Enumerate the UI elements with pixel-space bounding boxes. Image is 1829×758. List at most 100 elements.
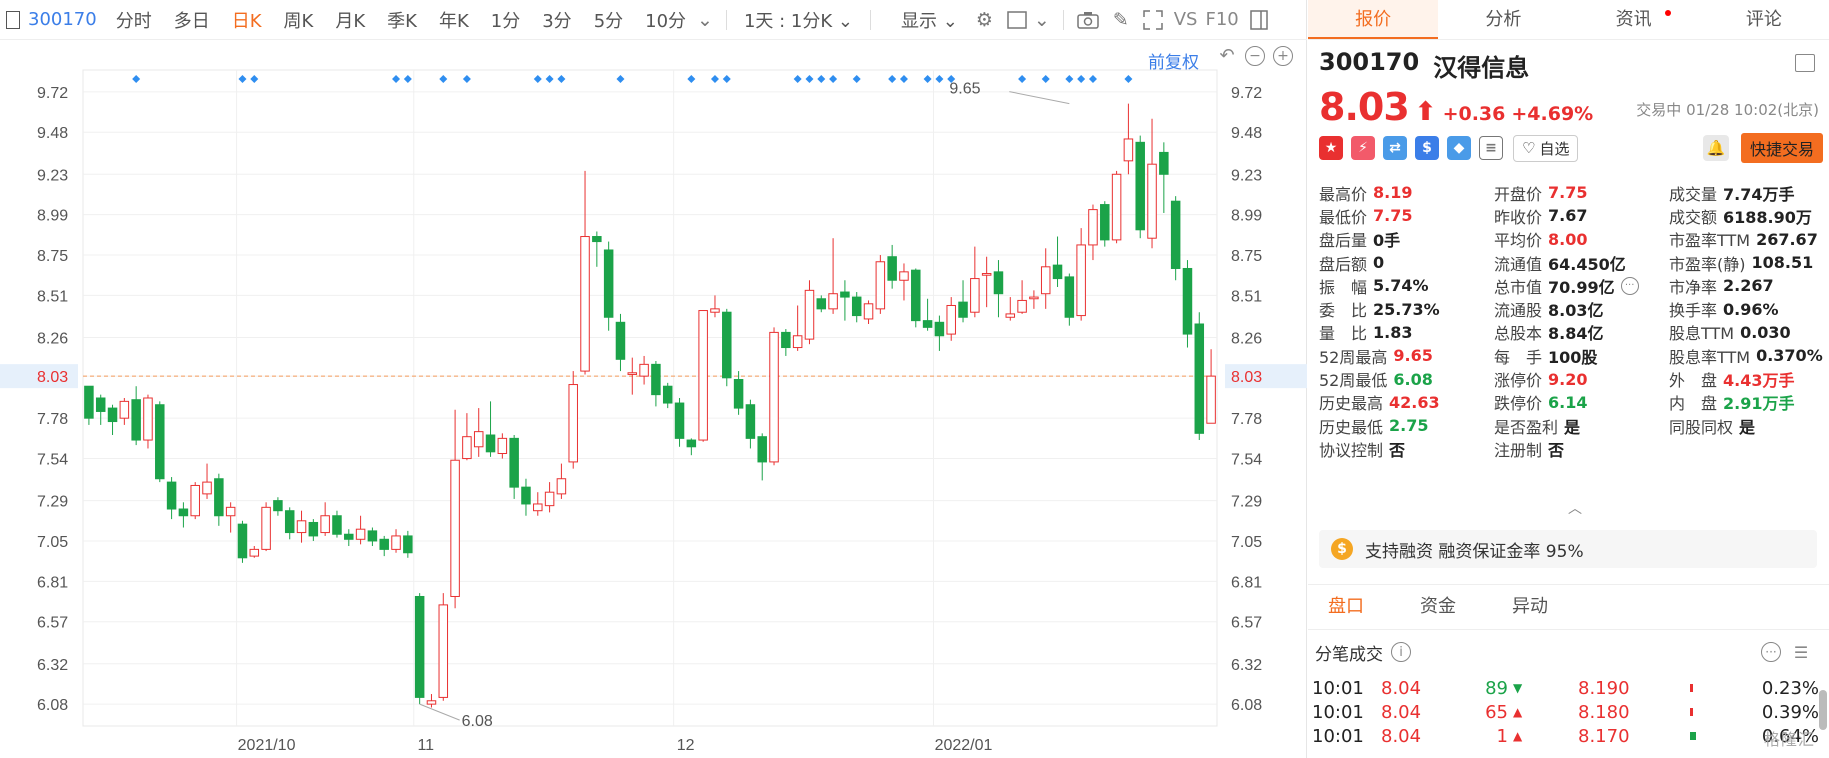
fullscreen-icon[interactable] <box>1136 9 1170 30</box>
period-tab[interactable]: 多日 <box>163 7 221 33</box>
chevron-down-icon[interactable]: ⌄ <box>697 9 720 31</box>
stat-label: 历史最低 <box>1319 417 1384 437</box>
dollar-icon[interactable]: $ <box>1415 136 1439 160</box>
stats-row: 最低价 7.75 昨收价 7.67 成交额 6188.90万 <box>1319 204 1829 227</box>
display-menu[interactable]: 显示 ⌄ <box>877 7 969 33</box>
detail-tabs: 盘口 资金 异动 <box>1308 584 1829 630</box>
stat-label: 流通股 <box>1494 301 1543 321</box>
margin-banner[interactable]: $ 支持融资 融资保证金率 95% <box>1319 530 1817 568</box>
candle-body <box>769 331 779 463</box>
stat-value: 是 <box>1564 417 1581 437</box>
quote-tab-label: 资讯 <box>1615 9 1652 30</box>
event-marker <box>1124 75 1133 83</box>
watermark-logo: 格隆汇 <box>1763 730 1815 749</box>
event-marker <box>616 75 625 83</box>
period-tab[interactable]: 年K <box>428 7 480 33</box>
stats-row: 历史最低 2.75 是否盈利是同股同权是 <box>1319 414 1829 437</box>
chevron-down-icon[interactable]: ⌄ <box>1034 9 1057 31</box>
period-tab[interactable]: 1分 <box>480 7 531 33</box>
candle-body <box>178 508 189 517</box>
quick-trade-button[interactable]: 快捷交易 <box>1740 133 1823 163</box>
stat-label: 股息率TTM <box>1669 347 1751 367</box>
event-marker <box>899 75 908 83</box>
candle-body <box>426 700 437 705</box>
candle-body <box>781 331 791 349</box>
heart-icon: ♡ <box>1522 139 1536 157</box>
chart-panel: 300170 分时 多日 日K 周K 月K 季K 年K 1分 3分 5分 10分 ⌄ 1天 : 1分… <box>0 0 1307 758</box>
y-tick-label-right: 9.72 <box>1231 85 1262 102</box>
down-triangle-icon: ▼ <box>1513 681 1523 695</box>
period-tab[interactable]: 周K <box>273 7 325 33</box>
zoom-out-icon[interactable]: − <box>1245 46 1265 66</box>
settings-icon[interactable]: ⚙ <box>969 9 1000 31</box>
volume-bar <box>1690 732 1696 740</box>
candle-body <box>450 459 460 597</box>
stat-item: 最低价 7.75 <box>1319 204 1494 228</box>
collapse-icon[interactable]: ︿ <box>1568 498 1582 518</box>
candle-body <box>556 478 567 495</box>
add-watchlist-button[interactable]: ♡ 自选 <box>1513 134 1579 162</box>
scrollbar[interactable] <box>1819 690 1827 730</box>
candle-body <box>804 289 815 340</box>
vs-compare-button[interactable]: VS <box>1170 9 1202 30</box>
kline-chart-area[interactable]: 9.72 9.72 9.48 9.48 9.23 9.23 8.99 8.99 8.75 8.75… <box>0 40 1307 758</box>
quote-tab-label: 分析 <box>1485 9 1522 30</box>
quote-tab[interactable]: 分析 <box>1438 0 1568 39</box>
candle-body <box>970 278 980 313</box>
pencil-icon[interactable]: ✎ <box>1106 9 1136 31</box>
quote-tab[interactable]: 资讯 <box>1569 0 1699 39</box>
bell-icon[interactable]: 🔔 <box>1703 135 1729 161</box>
lightning-icon[interactable]: ⚡ <box>1351 136 1375 160</box>
undo-icon[interactable]: ↶ <box>1217 46 1237 66</box>
camera-icon[interactable] <box>1070 11 1106 29</box>
draw-rect-icon[interactable] <box>1000 10 1034 29</box>
period-tab[interactable]: 分时 <box>105 7 163 33</box>
document-icon[interactable]: ≡ <box>1479 136 1503 160</box>
interval-select[interactable]: 1天 : 1分K ⌄ <box>733 7 864 33</box>
detail-tab[interactable]: 资金 <box>1392 585 1484 629</box>
list-icon[interactable]: ☰ <box>1791 642 1811 662</box>
trade-volume: 1 <box>1496 725 1508 747</box>
adjust-mode-button[interactable]: 前复权 <box>1148 48 1199 73</box>
period-tab[interactable]: 月K <box>324 7 376 33</box>
menu-icon[interactable] <box>1795 54 1815 72</box>
more-icon[interactable]: ··· <box>1761 642 1781 662</box>
y-tick-label-right: 7.54 <box>1231 452 1262 469</box>
stat-value: 否 <box>1548 440 1565 460</box>
trade-volume: 65 <box>1485 701 1508 723</box>
candle-body <box>698 310 708 441</box>
sidebar-toggle-icon[interactable] <box>6 10 20 29</box>
shuffle-icon[interactable]: ⇄ <box>1383 136 1407 160</box>
zoom-in-icon[interactable]: + <box>1273 46 1293 66</box>
period-tab[interactable]: 3分 <box>531 7 582 33</box>
period-tab[interactable]: 日K <box>221 7 273 33</box>
detail-tab[interactable]: 异动 <box>1484 585 1576 629</box>
price-line: 8.03 ⬆ +0.36 +4.69% 交易中 01/28 10:02(北京) <box>1319 85 1829 129</box>
event-marker <box>1041 75 1050 83</box>
candle-body <box>722 311 732 379</box>
quote-tab[interactable]: 报价 <box>1308 0 1439 39</box>
period-tab[interactable]: 10分 <box>634 7 697 33</box>
y-tick-label-left: 8.75 <box>37 248 68 265</box>
f10-button[interactable]: F10 <box>1201 9 1242 30</box>
panel-toggle-icon[interactable] <box>1243 9 1275 30</box>
stat-label: 振 幅 <box>1319 277 1368 297</box>
china-flag-icon[interactable]: ★ <box>1319 136 1343 160</box>
stat-label: 成交量 <box>1669 184 1718 204</box>
y-tick-label-left: 7.78 <box>37 411 68 428</box>
detail-tab[interactable]: 盘口 <box>1308 585 1392 629</box>
candle-body <box>757 436 767 463</box>
quote-tab[interactable]: 评论 <box>1699 0 1829 39</box>
period-tab[interactable]: 5分 <box>583 7 634 33</box>
tag-icon[interactable]: ◆ <box>1447 136 1471 160</box>
kline-chart[interactable]: 9.72 9.72 9.48 9.48 9.23 9.23 8.99 8.99 8.75 8.75… <box>0 40 1307 758</box>
tick-trades-list[interactable]: 10:01 8.04 89 ▼ 8.190 0.23% 10:01 8.04 65 ▲ 8.180 0… <box>1308 668 1829 758</box>
event-marker <box>392 75 401 83</box>
book-price: 8.180 <box>1578 701 1630 723</box>
event-marker <box>545 75 554 83</box>
stock-code-link[interactable]: 300170 <box>24 9 105 30</box>
info-icon[interactable]: i <box>1391 642 1411 662</box>
stat-value: 42.63 <box>1389 392 1440 412</box>
period-tab[interactable]: 季K <box>376 7 428 33</box>
more-icon[interactable]: ··· <box>1620 276 1639 295</box>
